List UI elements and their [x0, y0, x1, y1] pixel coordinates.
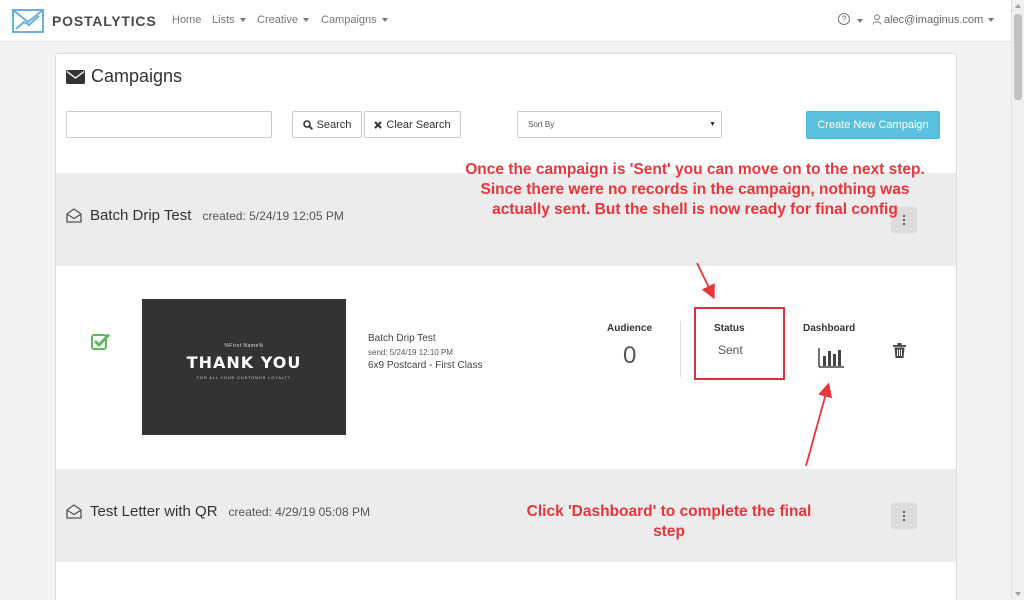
arrow-to-status — [696, 262, 715, 300]
annotation-arrows — [696, 262, 833, 467]
arrow-to-dashboard — [805, 382, 833, 467]
